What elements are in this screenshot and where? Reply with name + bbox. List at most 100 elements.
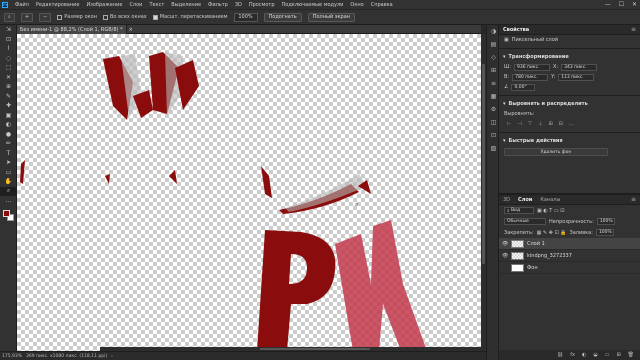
cursor-icon: ⌕	[355, 201, 358, 208]
width-field[interactable]: 936 пикс.	[514, 63, 551, 71]
align-hcenter-icon[interactable]: ⊣	[517, 121, 521, 127]
status-arrow-icon[interactable]: ›	[111, 354, 113, 359]
opacity-field[interactable]: 100%	[596, 218, 615, 225]
eye-icon[interactable]: 👁	[502, 253, 508, 259]
horizontal-scroll-thumb[interactable]	[260, 348, 370, 350]
remove-background-button[interactable]: Удалить фон	[504, 148, 608, 156]
layer-kind-select[interactable]: ⌕ Вид	[504, 207, 534, 214]
pen-tool-icon[interactable]: ✏	[0, 139, 17, 149]
align-left-icon[interactable]: ⊢	[507, 121, 511, 127]
align-vcenter-icon[interactable]: ⊞	[548, 121, 552, 127]
fx-icon[interactable]: fx	[570, 352, 575, 358]
lock-label: Закрепить:	[504, 229, 534, 236]
group-icon[interactable]: ▭	[605, 352, 610, 358]
more-tools-icon[interactable]: …	[0, 196, 17, 206]
close-tab-icon[interactable]: ×	[129, 27, 133, 33]
tab-channels[interactable]: Каналы	[540, 197, 560, 203]
transform-section-header[interactable]: ▾ Трансформирование	[499, 52, 640, 62]
eye-icon[interactable]: 👁	[502, 241, 508, 247]
menu-filter[interactable]: Фильтр	[208, 2, 228, 8]
align-top-icon[interactable]: ⊥	[538, 121, 542, 127]
path-select-tool-icon[interactable]: ➤	[0, 158, 17, 168]
fill-field[interactable]: 100%	[595, 229, 614, 236]
quick-actions-header[interactable]: ▾ Быстрые действия	[499, 136, 640, 146]
gradient-tool-icon[interactable]: ◐	[0, 120, 17, 130]
lock-icons[interactable]: ▦ ✎ ✥ ⊡ 🔒	[537, 230, 567, 236]
menu-view[interactable]: Просмотр	[249, 2, 275, 8]
align-bottom-icon[interactable]: ⊟	[559, 121, 563, 127]
menu-layer[interactable]: Слои	[129, 2, 142, 8]
tab-3d[interactable]: 3D	[503, 197, 510, 203]
menu-3d[interactable]: 3D	[235, 2, 242, 8]
maximize-icon[interactable]: ☐	[619, 1, 624, 8]
fit-screen-button[interactable]: Подогнать	[263, 12, 302, 22]
lasso-tool-icon[interactable]: ⌇	[0, 44, 17, 54]
divider	[499, 95, 640, 96]
blend-mode-select[interactable]: Обычные	[504, 218, 546, 225]
healing-brush-tool-icon[interactable]: ✎	[0, 92, 17, 102]
resize-windows-checkbox[interactable]: Размер окон	[57, 14, 97, 20]
document-tab[interactable]: Без имени-1 @ 88,2% (Слой 1, RGB/8) * ×	[17, 25, 133, 34]
height-field[interactable]: 780 пикс.	[512, 73, 549, 81]
tab-layers[interactable]: Слои	[518, 197, 532, 203]
hand-tool-icon[interactable]: ✋	[0, 177, 17, 187]
clone-stamp-tool-icon[interactable]: ✚	[0, 101, 17, 111]
status-zoom[interactable]: 175,93%	[2, 354, 22, 359]
menu-edit[interactable]: Редактирование	[36, 2, 80, 8]
angle-field[interactable]: 0,00°	[511, 83, 536, 91]
y-field[interactable]: 113 пикс.	[558, 73, 595, 81]
transform-hy-row: В: 780 пикс. Y: 113 пикс.	[499, 72, 640, 82]
zoom-tool-icon[interactable]: ⌕	[0, 186, 17, 196]
eraser-tool-icon[interactable]: ▣	[0, 111, 17, 121]
zoom-in-button[interactable]: +	[20, 12, 34, 22]
panel-menu-icon[interactable]: ≡	[631, 26, 636, 33]
menu-plugins[interactable]: Подключаемые модули	[282, 2, 344, 8]
mask-icon[interactable]: ◐	[582, 352, 586, 358]
vertical-scroll-thumb[interactable]	[482, 64, 485, 264]
filter-icons[interactable]: ▣ ◐ T ▭ ⊡	[537, 208, 564, 214]
new-layer-icon[interactable]: ⊞	[616, 352, 620, 358]
zoom-out-button[interactable]: −	[39, 12, 52, 22]
fill-screen-button[interactable]: Полный экран	[307, 12, 356, 22]
x-field[interactable]: 343 пикс.	[561, 63, 598, 71]
minimize-icon[interactable]: —	[605, 1, 611, 8]
menu-file[interactable]: Файл	[15, 2, 29, 8]
canvas[interactable]: ⌕	[17, 34, 481, 351]
artboard-tool-icon[interactable]: ⊡	[0, 35, 17, 45]
trash-icon[interactable]: 🗑	[628, 352, 634, 358]
chevron-down-icon: ▾	[503, 138, 506, 144]
tab-properties[interactable]: Свойства	[503, 27, 529, 33]
rectangle-tool-icon[interactable]: ▭	[0, 168, 17, 178]
scrubby-zoom-checkbox[interactable]: Масшт. перетаскиванием	[152, 14, 228, 20]
layer-row[interactable]: 👁 Слой 1	[499, 238, 640, 250]
move-tool-icon[interactable]: ⇲	[0, 25, 17, 35]
align-section-header[interactable]: ▾ Выровнять и распределить	[499, 99, 640, 109]
more-icon[interactable]: …	[569, 121, 574, 127]
align-label-row: Выровнять:	[499, 109, 640, 119]
frame-tool-icon[interactable]: ✕	[0, 73, 17, 83]
type-tool-icon[interactable]: T	[0, 149, 17, 159]
close-icon[interactable]: ✕	[632, 1, 637, 8]
zoom-tool-icon[interactable]: ⌕	[4, 12, 15, 22]
photoshop-logo[interactable]: Ps	[2, 1, 8, 8]
link-layers-icon[interactable]: ⛓	[557, 352, 563, 358]
object-select-tool-icon[interactable]: ◌	[0, 54, 17, 64]
layer-row[interactable]: 👁 kindpng_3272337	[499, 250, 640, 262]
blur-tool-icon[interactable]: ●	[0, 130, 17, 140]
menu-type[interactable]: Текст	[149, 2, 164, 8]
artwork-fragment	[261, 166, 272, 198]
adjustment-layer-icon[interactable]: ◒	[593, 352, 597, 358]
menu-window[interactable]: Окно	[350, 2, 363, 8]
panel-menu-icon[interactable]: ≡	[631, 196, 636, 203]
menu-image[interactable]: Изображение	[86, 2, 122, 8]
align-right-icon[interactable]: ⊤	[528, 121, 532, 127]
crop-tool-icon[interactable]: ⬚	[0, 63, 17, 73]
menu-select[interactable]: Выделение	[171, 2, 201, 8]
zoom-percent-field[interactable]: 100%	[233, 12, 258, 22]
eyedropper-tool-icon[interactable]: ⊕	[0, 82, 17, 92]
foreground-color-swatch[interactable]	[3, 209, 10, 217]
pixel-layer-icon: ▣	[504, 37, 509, 43]
zoom-all-windows-checkbox[interactable]: Во всех окнах	[102, 14, 147, 20]
layer-row[interactable]: Фон	[499, 262, 640, 274]
menu-help[interactable]: Справка	[371, 2, 393, 8]
